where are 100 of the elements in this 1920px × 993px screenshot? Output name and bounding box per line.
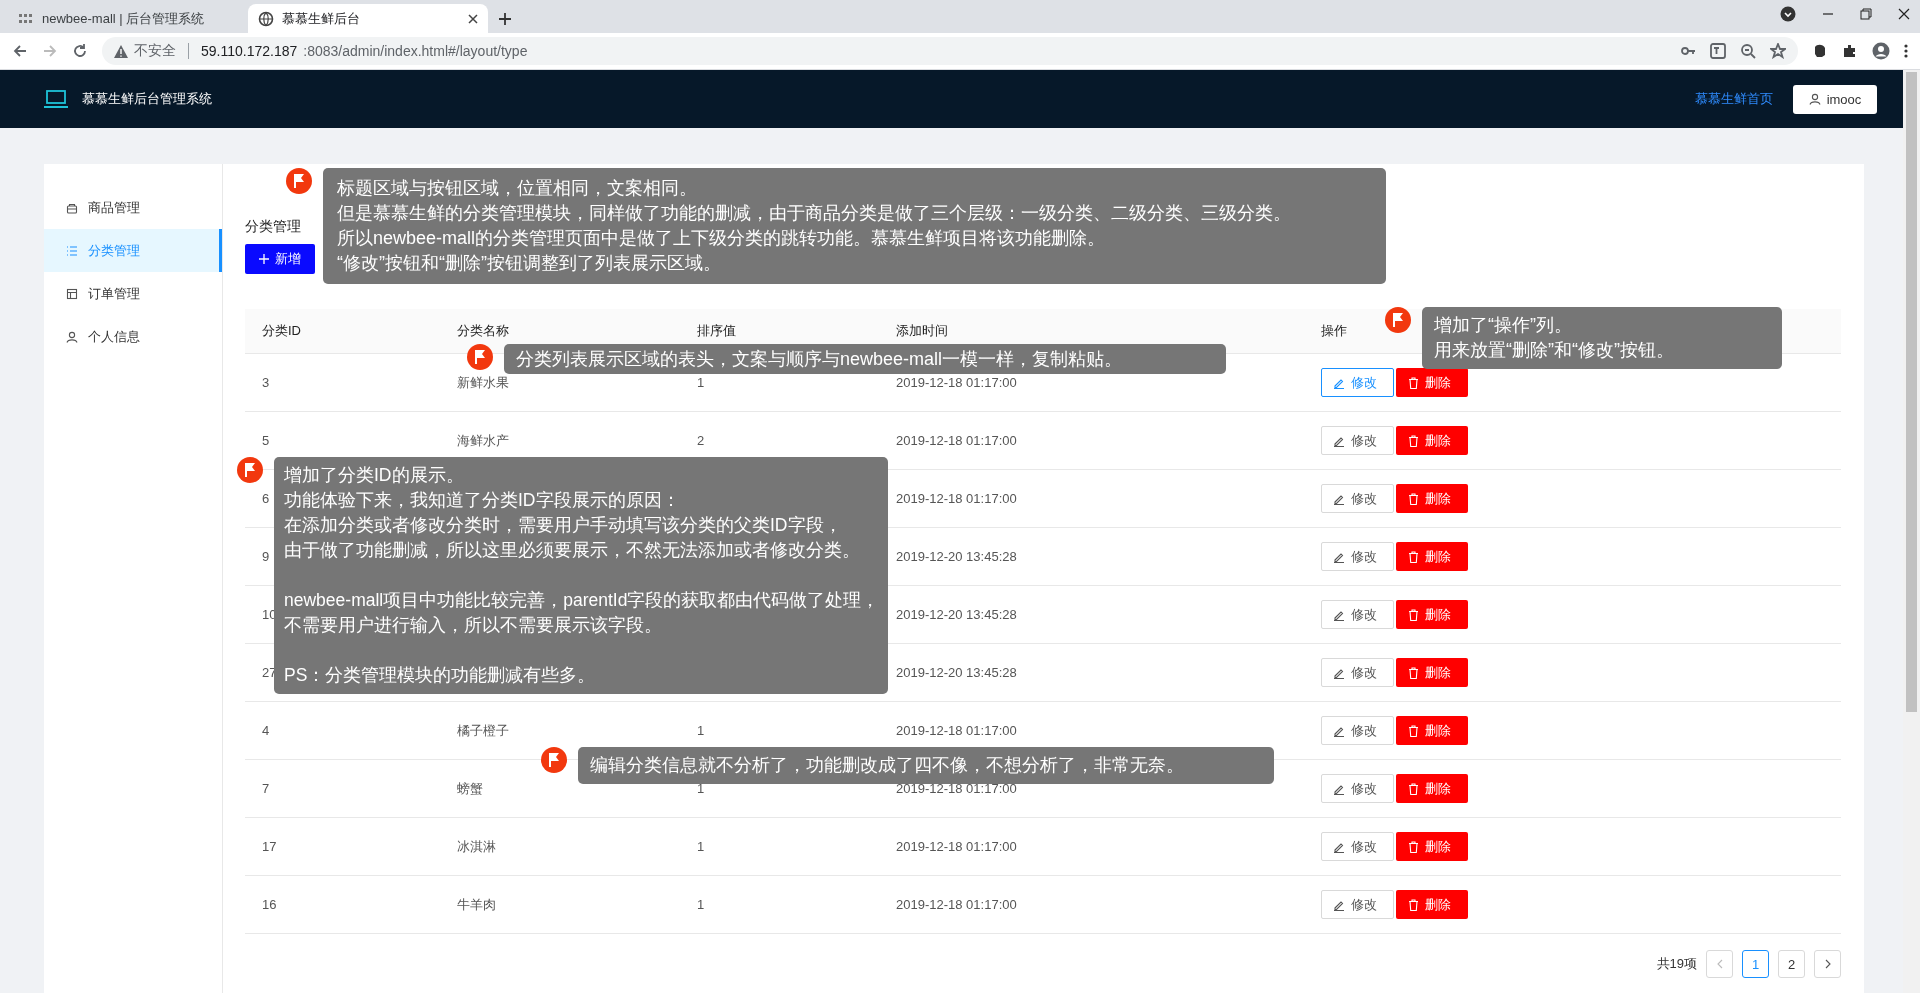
table-cell-text: 2019-12-18 01:17:00	[895, 897, 1017, 912]
calendar-icon	[66, 287, 78, 300]
table-cell-text: 7	[261, 781, 270, 796]
table-cell-text: 4	[261, 723, 270, 738]
edit-button[interactable]: 修改	[1321, 716, 1394, 745]
trash-icon	[1407, 724, 1419, 737]
edit-button[interactable]: 修改	[1321, 484, 1394, 513]
delete-button[interactable]: 删除	[1396, 890, 1468, 919]
delete-button[interactable]: 删除	[1396, 484, 1468, 513]
table-cell-text: 橘子橙子	[456, 721, 509, 740]
star-icon[interactable]	[1770, 43, 1786, 59]
flag-icon	[236, 456, 264, 484]
delete-button[interactable]: 删除	[1396, 368, 1468, 397]
delete-button[interactable]: 删除	[1396, 774, 1468, 803]
chevron-left-icon	[1716, 959, 1723, 969]
zoom-icon[interactable]	[1740, 43, 1756, 59]
table-cell-text: 新鲜水果	[456, 373, 509, 392]
trash-icon	[1407, 376, 1419, 389]
plus-icon[interactable]	[498, 12, 512, 26]
table-cell-text: 冰淇淋	[456, 837, 496, 856]
browser-tab[interactable]: 慕慕生鲜后台	[248, 4, 488, 33]
trash-icon	[1407, 840, 1419, 853]
app-title: 慕慕生鲜后台管理系统	[82, 90, 213, 108]
table-cell-text: 2019-12-20 13:45:28	[895, 665, 1017, 680]
address-field[interactable]: 不安全 59.110.172.187 :8083/admin/index.html#/layout/type	[102, 37, 1798, 65]
chevron-right-icon	[1824, 959, 1831, 969]
delete-button[interactable]: 删除	[1396, 542, 1468, 571]
chevron-circle-icon[interactable]	[1780, 6, 1796, 22]
table-cell-text: 2019-12-18 01:17:00	[895, 839, 1017, 854]
edit-button[interactable]: 修改	[1321, 600, 1394, 629]
close-icon[interactable]	[468, 13, 478, 24]
table-cell-text: 1	[696, 897, 705, 912]
page-button[interactable]: 2	[1778, 950, 1805, 978]
table-cell-text: 6	[261, 491, 270, 506]
annotation-text: 所以newbee-mall的分类管理页面中是做了上下级分类的跳转功能。慕慕生鲜项目将该功能删除。	[337, 227, 1107, 250]
translate-icon[interactable]	[1710, 43, 1726, 59]
delete-button[interactable]: 删除	[1396, 426, 1468, 455]
user-button[interactable]: imooc	[1793, 84, 1877, 114]
delete-button[interactable]: 删除	[1396, 658, 1468, 687]
new-button[interactable]: 新增	[245, 244, 315, 274]
reload-icon[interactable]	[72, 43, 88, 59]
forward-icon	[42, 43, 58, 59]
table-cell-text: 9	[261, 549, 270, 564]
annotation-text: 增加了“操作”列。	[1434, 314, 1573, 337]
edit-button[interactable]: 修改	[1321, 426, 1394, 455]
table-cell-text: 2019-12-20 13:45:28	[895, 549, 1017, 564]
flag-icon	[540, 746, 568, 774]
list-icon	[66, 244, 78, 257]
avatar-icon[interactable]	[1872, 42, 1890, 60]
back-icon[interactable]	[12, 43, 28, 59]
edit-button[interactable]: 修改	[1321, 658, 1394, 687]
edit-button[interactable]: 修改	[1321, 542, 1394, 571]
edit-button[interactable]: 修改	[1321, 832, 1394, 861]
table-cell-text: 1	[696, 375, 705, 390]
table-cell-text: 海鲜水产	[456, 431, 509, 450]
sidebar-item[interactable]: 个人信息	[44, 315, 222, 358]
scrollbar[interactable]	[1903, 70, 1920, 993]
sidebar-item[interactable]: 商品管理	[44, 186, 222, 229]
table-cell-text: 1	[696, 781, 705, 796]
sidebar-item[interactable]: 订单管理	[44, 272, 222, 315]
user-icon	[66, 330, 78, 343]
annotation-text: 在添加分类或者修改分类时，需要用户手动填写该分类的父类ID字段，	[284, 514, 843, 537]
menu-icon[interactable]	[1904, 43, 1908, 59]
laptop-icon	[44, 89, 68, 109]
annotation-text: 由于做了功能删减，所以这里必须要展示，不然无法添加或者修改分类。	[284, 539, 861, 562]
annotation-text: 分类列表展示区域的表头，文案与顺序与newbee-mall一模一样，复制粘贴。	[516, 348, 1124, 370]
security-label: 不安全	[134, 42, 176, 60]
table-cell-text: 1	[696, 839, 705, 854]
table-cell-text: 牛羊肉	[456, 895, 496, 914]
delete-button[interactable]: 删除	[1396, 600, 1468, 629]
page-title: 分类管理	[245, 218, 301, 236]
delete-button[interactable]: 删除	[1396, 716, 1468, 745]
edit-button[interactable]: 修改	[1321, 774, 1394, 803]
annotation-text: 用来放置“删除”和“修改”按钮。	[1434, 339, 1675, 362]
annotation-text: PS：分类管理模块的功能删减有些多。	[284, 664, 597, 687]
table-cell-text: 2019-12-18 01:17:00	[895, 723, 1017, 738]
browser-tab[interactable]: newbee-mall | 后台管理系统	[8, 4, 248, 33]
home-link[interactable]: 慕慕生鲜首页	[1695, 90, 1773, 108]
trash-icon	[1407, 434, 1419, 447]
restore-icon[interactable]	[1860, 8, 1872, 20]
close-icon[interactable]	[1898, 8, 1910, 20]
total-count: 共19项	[1656, 955, 1697, 973]
annotation-text: 但是慕慕生鲜的分类管理模块，同样做了功能的删减，由于商品分类是做了三个层级：一级分类、二级分类、三级分类。	[337, 202, 1292, 225]
globe-icon	[258, 10, 274, 27]
trash-icon	[1407, 666, 1419, 679]
edit-button[interactable]: 修改	[1321, 890, 1394, 919]
trash-icon	[1407, 782, 1419, 795]
column-header: 添加时间	[895, 322, 948, 340]
table-cell-text: 1	[696, 723, 705, 738]
table-cell-text: 2019-12-18 01:17:00	[895, 491, 1017, 506]
table-cell-text: 2	[696, 433, 705, 448]
trash-icon	[1407, 608, 1419, 621]
annotation-text: newbee-mall项目中功能比较完善，parentId字段的获取都由代码做了处理，	[284, 589, 878, 612]
table-cell-text: 螃蟹	[456, 779, 483, 798]
delete-button[interactable]: 删除	[1396, 832, 1468, 861]
column-header: 分类ID	[261, 322, 301, 340]
annotation-text: 功能体验下来，我知道了分类ID字段展示的原因：	[284, 489, 681, 512]
table-cell-text: 2019-12-18 01:17:00	[895, 433, 1017, 448]
puzzle-icon[interactable]	[1842, 43, 1858, 59]
annotation-text: 增加了分类ID的展示。	[284, 464, 465, 487]
